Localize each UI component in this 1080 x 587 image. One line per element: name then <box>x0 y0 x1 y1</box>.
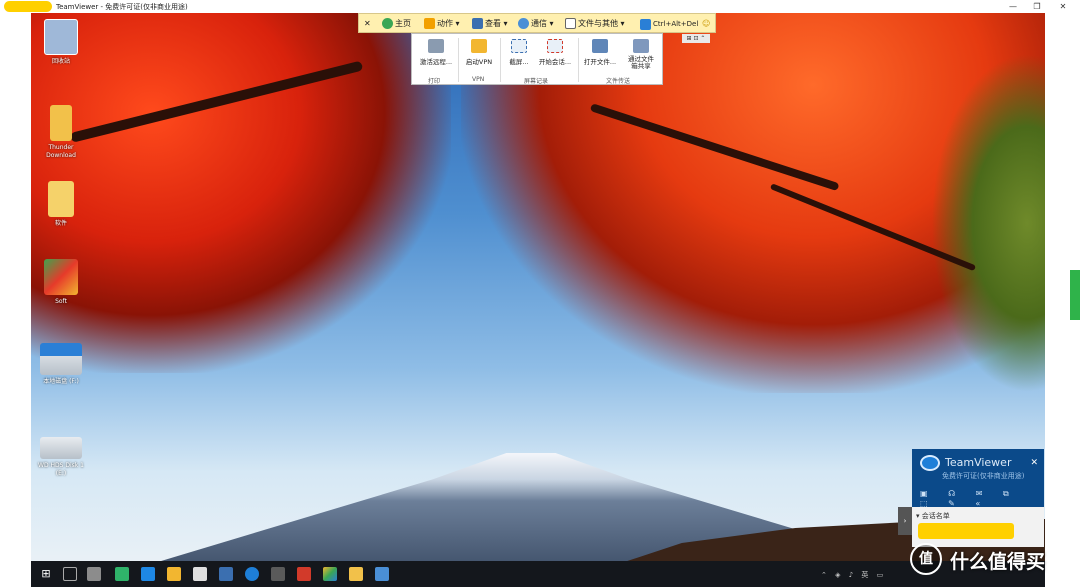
drive-icon <box>40 343 82 375</box>
toolbar-files-button[interactable]: 文件与其他 ▾ <box>562 14 628 34</box>
ribbon-group-vpn: VPN <box>472 76 485 83</box>
toolbar-home-button[interactable]: 主页 <box>379 14 414 34</box>
file-box-icon <box>633 39 649 53</box>
panel-collapse-handle[interactable]: › <box>898 507 912 535</box>
panel-subtitle: 免费许可证(仅非商业用途) <box>942 472 1025 480</box>
app-logo-redaction <box>4 1 52 12</box>
watermark-logo-icon: 值 <box>910 543 942 575</box>
ribbon-separator <box>458 38 459 82</box>
file-transfer-icon <box>592 39 608 53</box>
toolbar-view-button[interactable]: 查看 ▾ <box>469 14 511 34</box>
store-icon[interactable] <box>193 567 207 581</box>
ribbon-group-file-transfer: 文件传送 <box>606 78 631 85</box>
taskbar-app-icon[interactable] <box>297 567 311 581</box>
ribbon-start-recording[interactable]: 开始会话... <box>534 39 576 66</box>
taskbar-app-icon[interactable] <box>167 567 181 581</box>
teamviewer-logo-icon <box>920 455 940 471</box>
desktop-icon-thunder-download[interactable]: Thunder Download <box>33 105 89 160</box>
record-icon <box>547 39 563 53</box>
taskbar-app-icon[interactable] <box>219 567 233 581</box>
watermark-text: 什么值得买 <box>950 551 1046 573</box>
ribbon-open-file-transfer[interactable]: 打开文件... <box>582 39 618 66</box>
close-icon: ✕ <box>364 19 371 28</box>
desktop-icon-drive-e[interactable]: WD HDS Disk 1 (E:) <box>33 431 89 478</box>
window-title: TeamViewer - 免费许可证(仅非商业用途) <box>56 3 188 11</box>
taskbar-app-icon[interactable] <box>115 567 129 581</box>
ribbon-group-screen-record: 屏幕记录 <box>524 78 549 85</box>
recycle-bin-icon <box>44 19 78 55</box>
ribbon-separator <box>578 38 579 82</box>
system-tray[interactable]: ⌃ ◈ ♪ 英 ▭ <box>821 570 886 580</box>
toolbar-feedback-button[interactable]: ☺ <box>699 14 713 34</box>
desktop-icon-soft[interactable]: Soft <box>33 259 89 306</box>
home-icon <box>382 18 393 29</box>
wallpaper-green-leaves <box>931 53 1045 393</box>
toolbar-communicate-button[interactable]: 通信 ▾ <box>515 14 557 34</box>
session-name-redaction <box>918 523 1014 539</box>
edge-indicator <box>1070 270 1080 320</box>
toolbar-ctrl-alt-del-button[interactable]: Ctrl+Alt+Del <box>637 14 701 34</box>
smile-icon: ☺ <box>702 19 711 28</box>
phone-icon <box>518 18 529 29</box>
window-titlebar: TeamViewer - 免费许可证(仅非商业用途) — ❐ ✕ <box>0 0 1080 13</box>
ribbon-start-vpn[interactable]: 启动VPN <box>462 39 496 66</box>
monitor-icon <box>472 18 483 29</box>
restore-button[interactable]: ❐ <box>1024 0 1050 13</box>
ribbon-group-print: 打印 <box>428 78 441 85</box>
toolbar-close-button[interactable]: ✕ <box>361 14 374 34</box>
file-icon <box>565 18 576 29</box>
session-list-header[interactable]: ▾ 会话名单 <box>916 511 950 521</box>
close-button[interactable]: ✕ <box>1050 0 1076 13</box>
desktop-icon-drive-f[interactable]: 本地磁盘 (F:) <box>33 343 89 386</box>
remote-desktop[interactable]: 回收站 Thunder Download 软件 Soft 本地磁盘 (F:) W… <box>31 13 1045 587</box>
taskbar-app-icon[interactable] <box>375 567 389 581</box>
toolbar-actions-button[interactable]: 动作 ▾ <box>421 14 463 34</box>
remote-toolbar: ✕ 主页 动作 ▾ 查看 ▾ 通信 ▾ 文件与其他 ▾ Ctrl+Alt+Del… <box>358 13 716 33</box>
teamviewer-taskbar-icon[interactable] <box>245 567 259 581</box>
file-explorer-icon[interactable] <box>349 567 363 581</box>
ribbon-separator <box>500 38 501 82</box>
taskbar: ⊞ ⌃ ◈ ♪ 英 ▭ <box>31 561 1045 587</box>
teamviewer-panel: TeamViewer 免费许可证(仅非商业用途) ✕ ▣ ☊ ✉ ⧉ ⬚ ✎ « <box>912 449 1044 508</box>
app-icon <box>44 259 78 295</box>
ribbon-share-file-box[interactable]: 通过文件 箱共享 <box>622 39 660 70</box>
minimize-button[interactable]: — <box>1000 0 1026 13</box>
folder-icon <box>50 105 72 141</box>
task-view-icon[interactable] <box>63 567 77 581</box>
panel-action-icons[interactable]: ▣ ☊ ✉ ⧉ ⬚ ✎ « <box>920 489 1044 508</box>
folder-icon <box>48 181 74 217</box>
desktop-icon-recycle-bin[interactable]: 回收站 <box>33 19 89 66</box>
drive-icon <box>40 437 82 459</box>
run-icon <box>640 18 651 30</box>
edge-icon[interactable] <box>141 567 155 581</box>
printer-icon <box>428 39 444 53</box>
taskbar-app-icon[interactable] <box>87 567 101 581</box>
desktop-icon-software[interactable]: 软件 <box>33 181 89 228</box>
start-button[interactable]: ⊞ <box>39 567 53 581</box>
lightning-icon <box>424 18 435 29</box>
site-watermark: 值 什么值得买 <box>910 541 1080 577</box>
files-ribbon: 激活远程... 启动VPN 截屏... 开始会话... 打开文件... 通过文件… <box>411 33 663 85</box>
ribbon-activate-remote-print[interactable]: 激活远程... <box>418 39 454 66</box>
taskbar-app-icon[interactable] <box>323 567 337 581</box>
toolbar-mini-controls[interactable]: ⊞ ⊡ ⌃ <box>682 34 710 43</box>
wallpaper-maple-left <box>31 13 451 373</box>
vpn-shield-icon <box>471 39 487 53</box>
camera-icon <box>511 39 527 53</box>
ribbon-screenshot[interactable]: 截屏... <box>504 39 534 66</box>
taskbar-app-icon[interactable] <box>271 567 285 581</box>
panel-title: TeamViewer <box>945 456 1012 469</box>
panel-close-icon[interactable]: ✕ <box>1030 458 1038 468</box>
